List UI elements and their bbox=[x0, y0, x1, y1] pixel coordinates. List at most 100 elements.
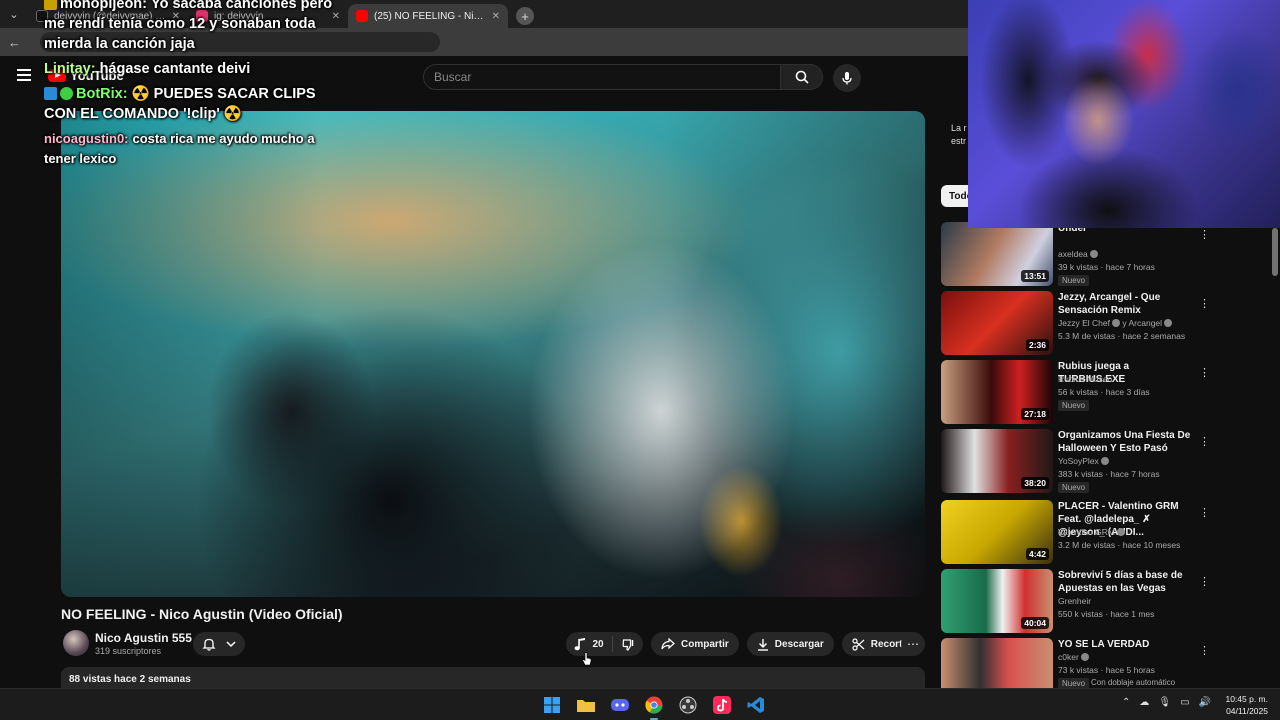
share-icon bbox=[661, 638, 675, 650]
channel-name[interactable]: Valentino GRM bbox=[1058, 526, 1126, 539]
vscode-icon[interactable] bbox=[744, 693, 768, 717]
video-thumbnail[interactable]: 2:36 bbox=[941, 291, 1053, 355]
more-options-icon[interactable]: ⋮ bbox=[1199, 644, 1210, 657]
recommendation-item[interactable]: 4:42 PLACER - Valentino GRM Feat. @ladel… bbox=[941, 500, 1271, 564]
webcam-overlay bbox=[968, 0, 1280, 228]
windows-taskbar: ⌃ ☁ 🎙 ▭ 🔊 10:45 p. m. 04/11/2025 bbox=[0, 688, 1280, 720]
tab-title: (25) NO FEELING - Nico Agustin bbox=[374, 10, 486, 22]
download-icon bbox=[757, 638, 768, 651]
like-count: 20 bbox=[592, 638, 604, 650]
recommendation-item[interactable]: 38:20 Organizamos Una Fiesta De Hallowee… bbox=[941, 429, 1271, 493]
chat-message: Linitay: hágase cantante deivi bbox=[44, 59, 344, 79]
verified-icon bbox=[1164, 319, 1173, 327]
music-note-icon bbox=[575, 638, 586, 651]
chat-username: monopijeon: bbox=[60, 0, 147, 12]
search-input[interactable]: Buscar bbox=[423, 64, 781, 90]
channel-name[interactable]: c0ker bbox=[1058, 651, 1089, 664]
views-date: 88 vistas hace 2 semanas bbox=[69, 674, 191, 685]
description-box[interactable]: 88 vistas hace 2 semanas bbox=[61, 667, 925, 689]
video-player[interactable] bbox=[61, 111, 925, 597]
video-duration: 13:51 bbox=[1021, 270, 1049, 282]
video-thumbnail[interactable]: 40:04 bbox=[941, 569, 1053, 633]
subscriber-count: 319 suscriptores bbox=[95, 646, 162, 656]
channel-name[interactable]: axeldea bbox=[1058, 248, 1098, 261]
more-options-icon[interactable]: ⋮ bbox=[1199, 366, 1210, 379]
verified-icon bbox=[1100, 457, 1109, 465]
hand-cursor-icon bbox=[582, 652, 592, 666]
verified-icon bbox=[1117, 528, 1126, 536]
more-options-icon[interactable]: ⋮ bbox=[1199, 506, 1210, 519]
chat-message: monopijeon: Yo sacaba canciones pero me r… bbox=[44, 0, 344, 54]
discord-icon[interactable] bbox=[608, 693, 632, 717]
tab-youtube[interactable]: (25) NO FEELING - Nico Agustin ✕ bbox=[348, 4, 508, 28]
channel-name[interactable]: Grenheir bbox=[1058, 595, 1091, 608]
youtube-favicon-icon bbox=[356, 10, 368, 22]
video-duration: 4:42 bbox=[1025, 548, 1049, 560]
channel-name[interactable]: Rubius Museo bbox=[1058, 373, 1112, 386]
menu-icon[interactable] bbox=[17, 69, 31, 81]
channel-name[interactable]: Nico Agustin 555 bbox=[95, 631, 192, 645]
new-tab-button[interactable]: + bbox=[516, 7, 534, 25]
clock-date: 04/11/2025 bbox=[1226, 706, 1268, 716]
more-options-icon[interactable]: ⋮ bbox=[1199, 228, 1210, 241]
video-title[interactable]: Jezzy, Arcangel - Que Sensación Remix bbox=[1058, 291, 1194, 317]
video-title[interactable]: YO SE LA VERDAD bbox=[1058, 638, 1194, 651]
tiktok-icon[interactable] bbox=[710, 693, 734, 717]
channel-name[interactable]: YoSoyPlex bbox=[1058, 455, 1109, 468]
volume-icon[interactable]: 🔊 bbox=[1199, 697, 1211, 708]
chat-badge-icon bbox=[44, 0, 57, 10]
new-badge: Nuevo bbox=[1058, 400, 1090, 411]
channel-name[interactable]: Jezzy El Chef y Arcangel bbox=[1058, 317, 1173, 330]
video-title[interactable]: Organizamos Una Fiesta De Halloween Y Es… bbox=[1058, 429, 1194, 455]
onedrive-icon[interactable]: ☁ bbox=[1139, 697, 1149, 708]
video-stats: 56 k vistas · hace 3 días bbox=[1058, 387, 1150, 397]
obs-icon[interactable] bbox=[676, 693, 700, 717]
microphone-tray-icon[interactable]: 🎙 bbox=[1158, 697, 1171, 708]
chat-message: nicoagustin0: costa rica me ayudo mucho a… bbox=[44, 129, 344, 169]
video-thumbnail[interactable]: 27:18 bbox=[941, 360, 1053, 424]
subscription-bell-button[interactable] bbox=[193, 632, 245, 656]
recommendation-item[interactable]: 13:51 UnderYoseo y 20 Personas 3on3 axel… bbox=[941, 210, 1271, 286]
recommendation-item[interactable]: 2:36 Jezzy, Arcangel - Que Sensación Rem… bbox=[941, 291, 1271, 355]
auto-dub-label: Con doblaje automático bbox=[1091, 678, 1176, 687]
verified-badge-icon bbox=[60, 87, 73, 100]
chrome-icon[interactable] bbox=[642, 693, 666, 720]
system-clock[interactable]: 10:45 p. m. 04/11/2025 bbox=[1222, 693, 1268, 717]
video-title[interactable]: Sobreviví 5 días a base de Apuestas en l… bbox=[1058, 569, 1194, 595]
more-options-icon[interactable]: ⋮ bbox=[1199, 575, 1210, 588]
video-duration: 2:36 bbox=[1025, 339, 1049, 351]
network-icon[interactable]: ▭ bbox=[1180, 697, 1189, 708]
channel-avatar[interactable] bbox=[63, 630, 89, 656]
stream-chat-overlay: monopijeon: Yo sacaba canciones pero me r… bbox=[44, 0, 344, 174]
chat-username: BotRix: bbox=[76, 86, 128, 102]
back-arrow-icon[interactable]: ← bbox=[8, 35, 28, 50]
video-duration: 38:20 bbox=[1021, 477, 1049, 489]
like-button[interactable]: 20 bbox=[566, 636, 613, 652]
search-bar: Buscar bbox=[423, 64, 823, 90]
file-explorer-icon[interactable] bbox=[574, 693, 598, 717]
video-stats: 550 k vistas · hace 1 mes bbox=[1058, 609, 1155, 619]
recommendation-item[interactable]: 27:18 Rubius juega a TURBIUS.EXE Rubius … bbox=[941, 360, 1271, 424]
video-title: NO FEELING - Nico Agustin (Video Oficial… bbox=[61, 606, 343, 622]
dislike-button[interactable] bbox=[613, 638, 643, 651]
video-thumbnail[interactable]: 38:20 bbox=[941, 429, 1053, 493]
sidebar-scrollbar[interactable] bbox=[1272, 228, 1278, 276]
more-options-icon[interactable]: ⋮ bbox=[1199, 297, 1210, 310]
video-thumbnail[interactable]: 4:42 bbox=[941, 500, 1053, 564]
tray-overflow-icon[interactable]: ⌃ bbox=[1122, 697, 1130, 708]
more-options-icon[interactable]: ⋮ bbox=[1199, 435, 1210, 448]
chat-username: Linitay: bbox=[44, 61, 96, 77]
share-button[interactable]: Compartir bbox=[651, 632, 739, 656]
windows-start-icon[interactable] bbox=[540, 693, 564, 717]
search-button[interactable] bbox=[781, 64, 823, 90]
recommendation-item[interactable]: 40:04 Sobreviví 5 días a base de Apuesta… bbox=[941, 569, 1271, 633]
close-tab-icon[interactable]: ✕ bbox=[492, 11, 500, 22]
search-icon bbox=[795, 70, 809, 84]
voice-search-button[interactable] bbox=[833, 64, 861, 92]
scissors-icon bbox=[852, 637, 865, 651]
download-button[interactable]: Descargar bbox=[746, 632, 834, 656]
verified-icon bbox=[1111, 319, 1120, 327]
video-thumbnail[interactable]: 13:51 bbox=[941, 222, 1053, 286]
more-actions-button[interactable]: ⋯ bbox=[901, 632, 925, 656]
tab-search-button[interactable]: ⌄ bbox=[0, 0, 28, 28]
